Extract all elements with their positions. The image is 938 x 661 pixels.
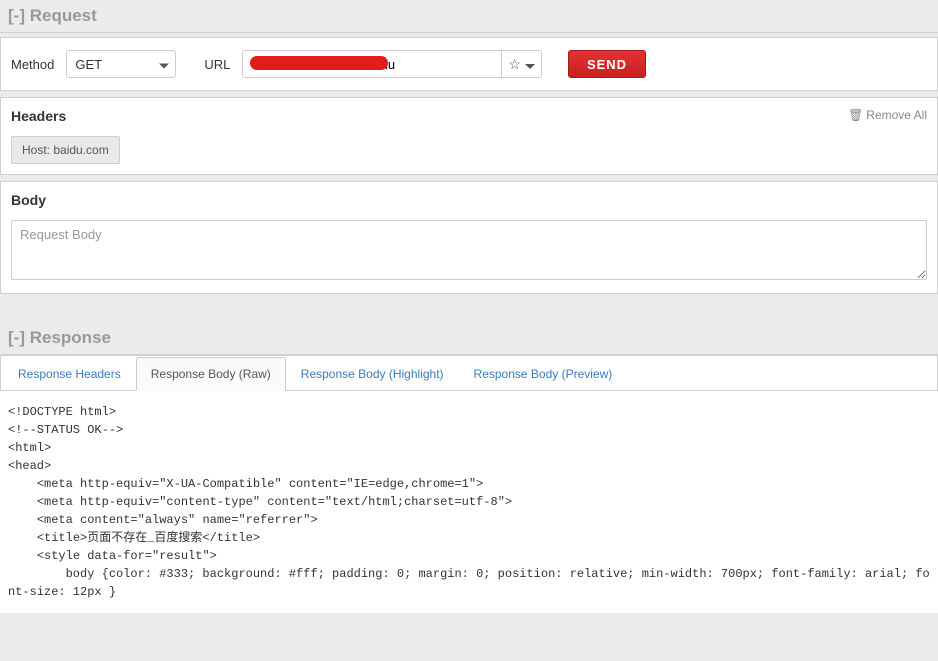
request-body-textarea[interactable]: [11, 220, 927, 280]
request-panel: Method GET URL ☆ SEND: [0, 37, 938, 91]
headers-panel: 🗑Remove All Headers Host: baidu.com: [0, 97, 938, 175]
response-collapse-toggle[interactable]: [-]: [8, 328, 25, 347]
trash-icon: 🗑: [848, 108, 863, 122]
url-label: URL: [204, 57, 230, 72]
request-section-header: [-] Request: [0, 0, 938, 33]
body-panel: Body: [0, 181, 938, 294]
remove-all-label: Remove All: [866, 108, 927, 122]
chevron-down-icon[interactable]: [525, 57, 535, 72]
method-label: Method: [11, 57, 54, 72]
response-section: [-] Response Response Headers Response B…: [0, 322, 938, 613]
header-chip[interactable]: Host: baidu.com: [11, 136, 120, 164]
request-bar: Method GET URL ☆ SEND: [1, 38, 937, 90]
method-select[interactable]: GET: [66, 50, 176, 78]
url-input[interactable]: [242, 50, 502, 78]
remove-all-headers[interactable]: 🗑Remove All: [848, 108, 927, 122]
tab-response-body-highlight[interactable]: Response Body (Highlight): [286, 357, 459, 390]
star-icon[interactable]: ☆: [508, 56, 521, 73]
response-title: Response: [30, 328, 111, 347]
url-input-wrap: ☆: [242, 50, 542, 78]
url-actions[interactable]: ☆: [502, 50, 542, 78]
method-value: GET: [75, 57, 102, 72]
send-button[interactable]: SEND: [568, 50, 646, 78]
tab-response-body-preview[interactable]: Response Body (Preview): [459, 357, 628, 390]
response-body-raw: <!DOCTYPE html> <!--STATUS OK--> <html> …: [0, 391, 938, 613]
headers-title: Headers: [11, 108, 927, 124]
request-collapse-toggle[interactable]: [-]: [8, 6, 25, 25]
tab-response-body-raw[interactable]: Response Body (Raw): [136, 357, 286, 391]
request-title: Request: [30, 6, 97, 25]
tab-response-headers[interactable]: Response Headers: [3, 357, 136, 390]
chevron-down-icon: [159, 57, 169, 72]
body-title: Body: [11, 192, 927, 208]
response-section-header: [-] Response: [0, 322, 938, 355]
response-tabs: Response Headers Response Body (Raw) Res…: [0, 355, 938, 391]
